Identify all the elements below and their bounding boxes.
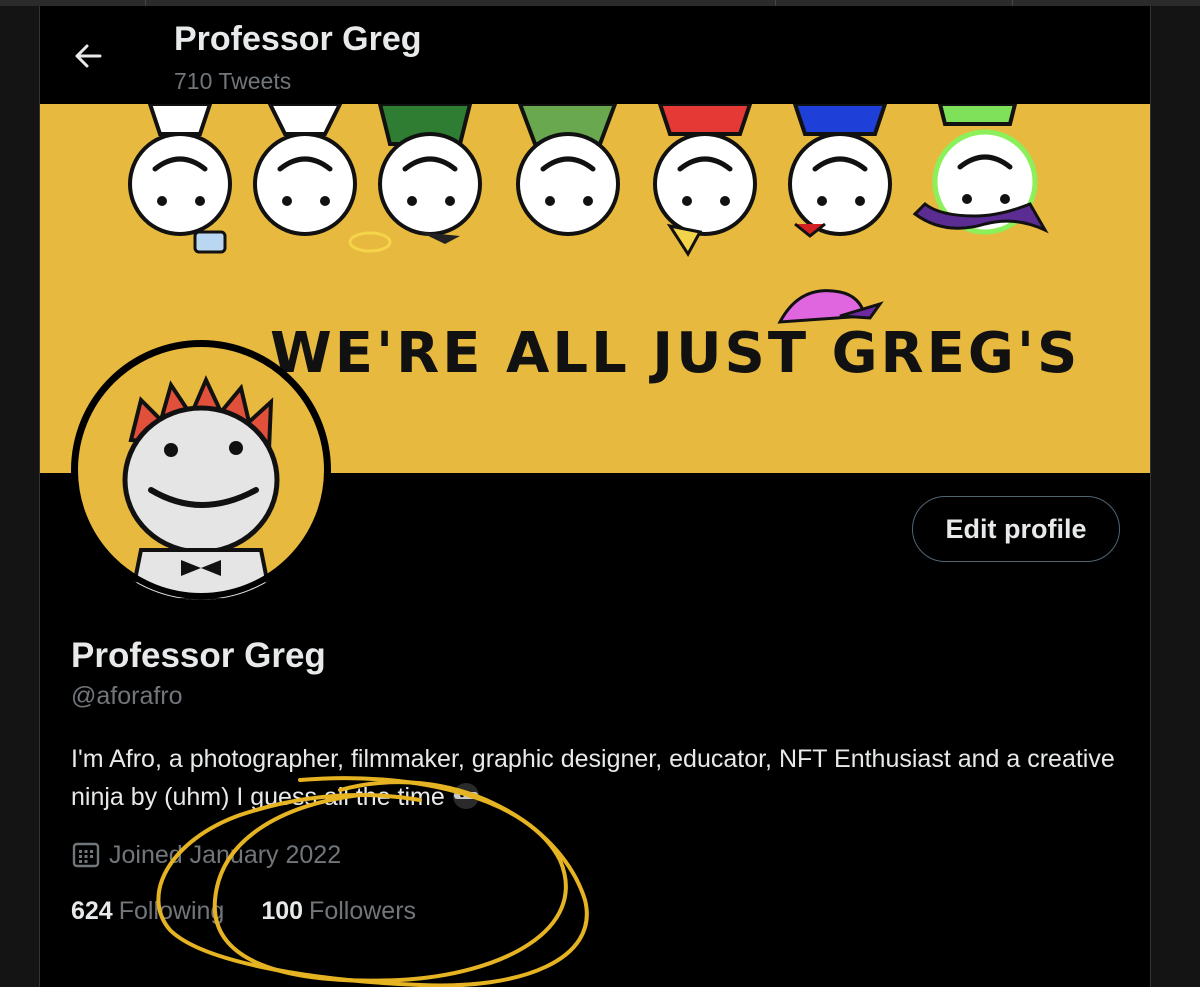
avatar-illustration — [72, 341, 330, 600]
edit-profile-button[interactable]: Edit profile — [912, 496, 1120, 562]
profile-bio-text: I'm Afro, a photographer, filmmaker, gra… — [71, 745, 1115, 811]
profile-stats: 624 Following 100 Followers — [71, 897, 416, 926]
left-column-edge — [0, 6, 40, 987]
profile-column: Professor Greg 710 Tweets WE'RE ALL JUST… — [40, 6, 1150, 987]
back-button[interactable] — [68, 36, 108, 76]
following-link[interactable]: 624 Following — [71, 897, 224, 926]
profile-avatar[interactable] — [71, 340, 331, 600]
profile-header: Professor Greg 710 Tweets — [40, 6, 1150, 104]
banner-text: WE'RE ALL JUST GREG'S — [270, 321, 1080, 386]
arrow-left-icon — [75, 44, 102, 68]
joined-date: Joined January 2022 — [71, 840, 341, 870]
following-count: 624 — [71, 897, 113, 925]
followers-link[interactable]: 100 Followers — [261, 897, 416, 926]
followers-count: 100 — [261, 897, 304, 925]
calendar-icon — [71, 840, 101, 870]
profile-name: Professor Greg — [71, 636, 326, 675]
following-label: Following — [118, 897, 225, 925]
profile-handle: @aforafro — [71, 682, 183, 710]
profile-bio: I'm Afro, a photographer, filmmaker, gra… — [71, 740, 1131, 822]
header-title: Professor Greg — [174, 20, 422, 58]
tweet-count: 710 Tweets — [174, 68, 292, 94]
joined-text: Joined January 2022 — [109, 840, 342, 869]
right-column-edge — [1150, 6, 1200, 987]
ninja-icon — [451, 781, 481, 822]
followers-label: Followers — [309, 897, 417, 925]
